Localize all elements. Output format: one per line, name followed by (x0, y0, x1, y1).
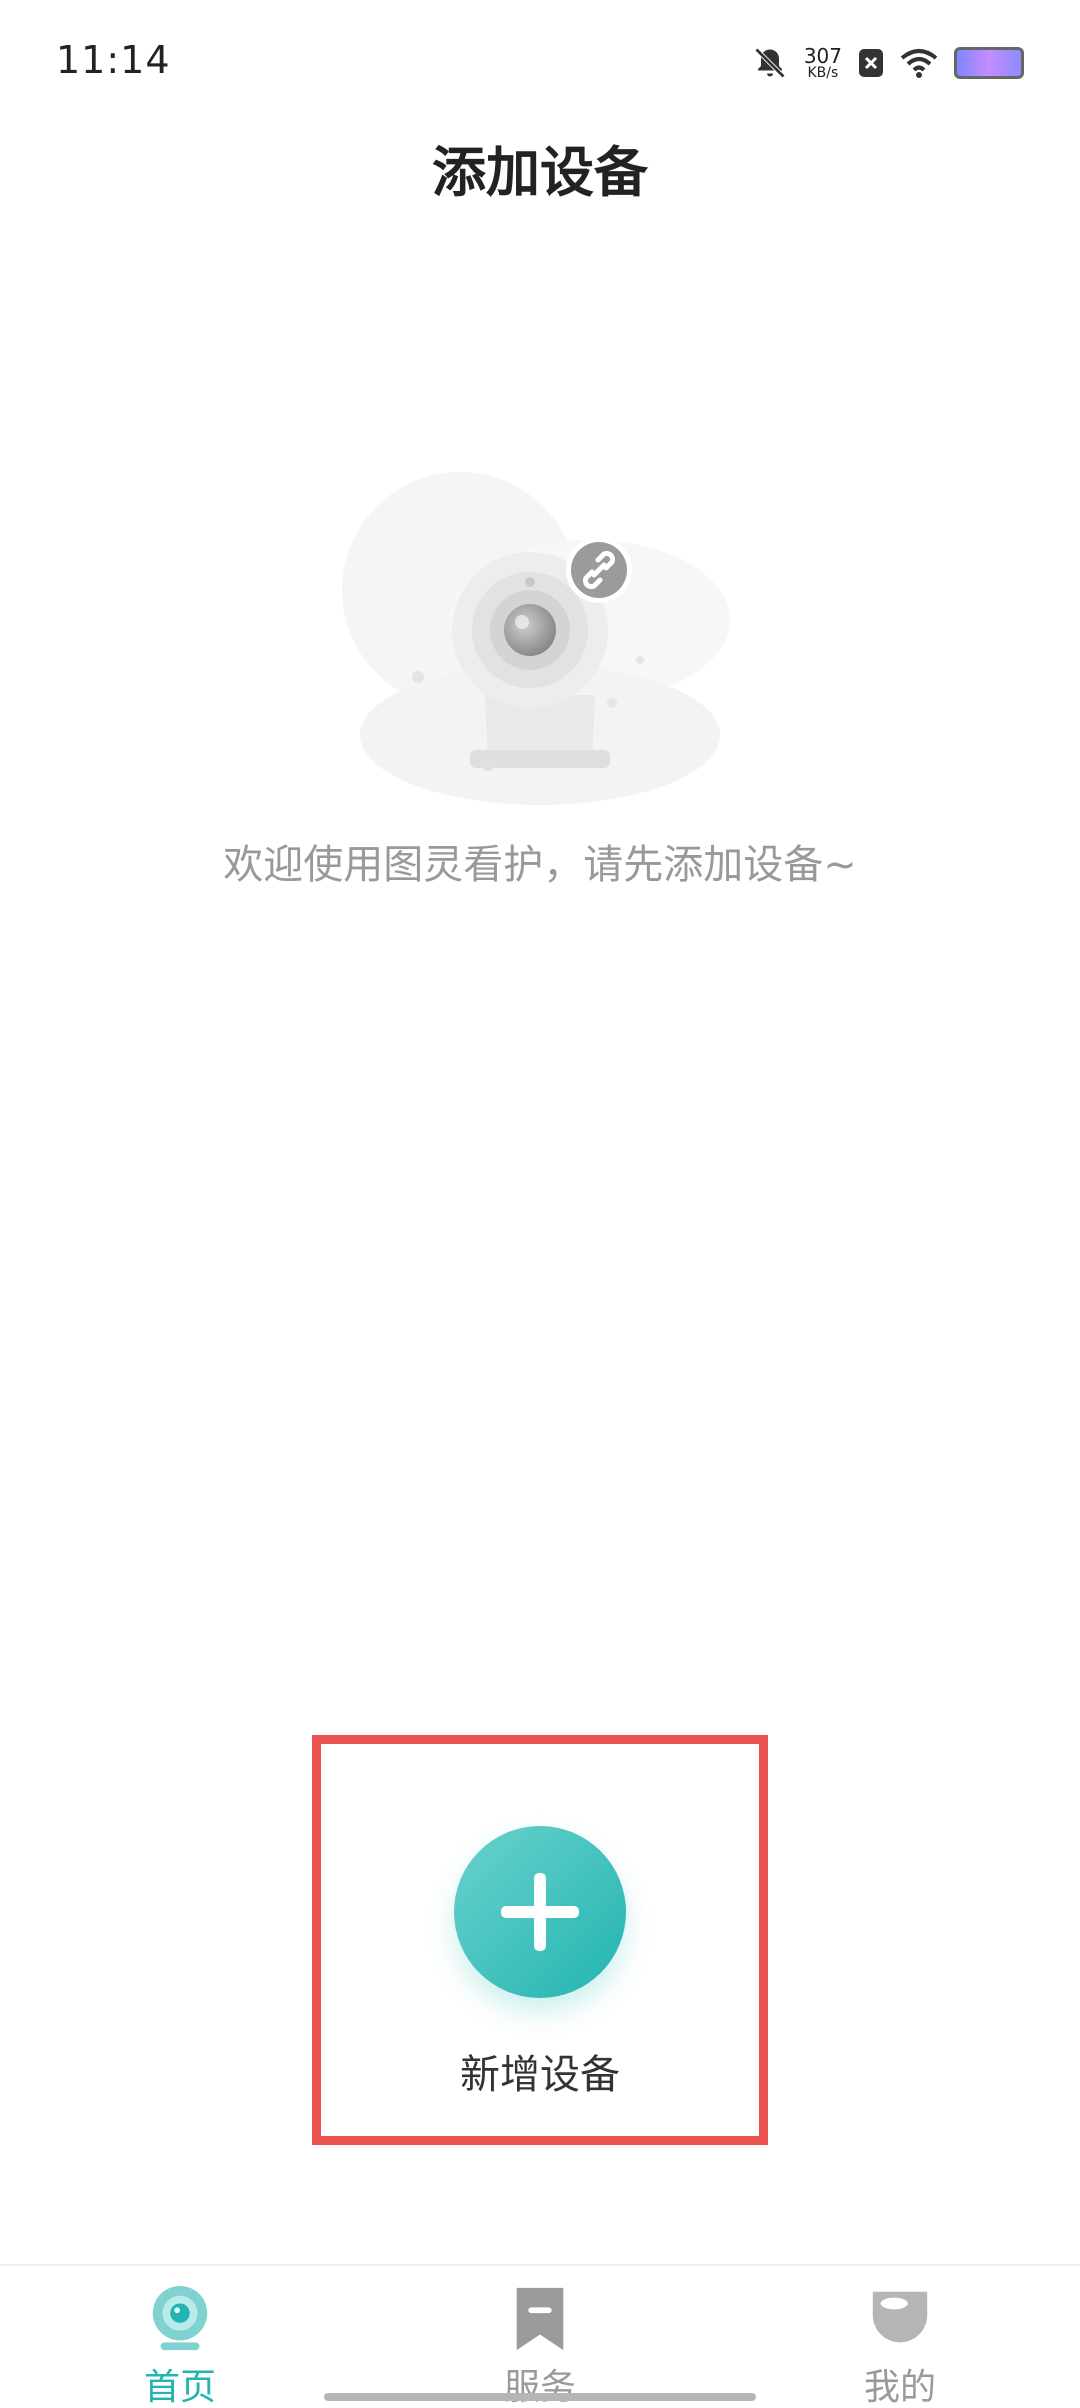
app-screen: 11:14 307 KB/s 添加设备 欢迎使用图灵看护，请先添加设备~ 新增设… (0, 0, 1080, 2408)
camera-link-illustration (330, 470, 750, 820)
add-device-label[interactable]: 新增设备 (460, 2042, 620, 2100)
network-speed-value: 307 (803, 44, 842, 68)
tab-home-label: 首页 (143, 2367, 216, 2408)
add-device-highlight: 新增设备 (312, 1735, 768, 2145)
add-device-button[interactable] (454, 1826, 626, 1998)
welcome-message: 欢迎使用图灵看护，请先添加设备~ (223, 842, 857, 888)
status-time: 11:14 (56, 38, 171, 82)
tab-home[interactable]: 首页 (0, 2266, 360, 2408)
tab-services[interactable]: 服务 (360, 2266, 720, 2408)
home-indicator[interactable] (324, 2393, 756, 2401)
network-speed-unit: KB/s (807, 65, 839, 81)
page-title: 添加设备 (432, 141, 648, 204)
bookmark-tab-icon (516, 2287, 564, 2351)
close-box-icon (858, 48, 884, 78)
plus-icon (501, 1873, 579, 1951)
profile-tab-icon (872, 2291, 928, 2343)
bottom-tab-bar: 首页 服务 我的 (0, 2264, 1080, 2408)
tab-profile[interactable]: 我的 (720, 2266, 1080, 2408)
tab-profile-label: 我的 (863, 2367, 936, 2408)
status-icons: 307 KB/s (752, 38, 1024, 88)
wifi-icon (900, 48, 938, 78)
network-speed: 307 KB/s (804, 46, 842, 80)
bell-off-icon (752, 45, 788, 81)
status-bar: 11:14 307 KB/s (0, 0, 1080, 120)
battery-icon (954, 47, 1024, 79)
camera-tab-icon (152, 2285, 208, 2351)
